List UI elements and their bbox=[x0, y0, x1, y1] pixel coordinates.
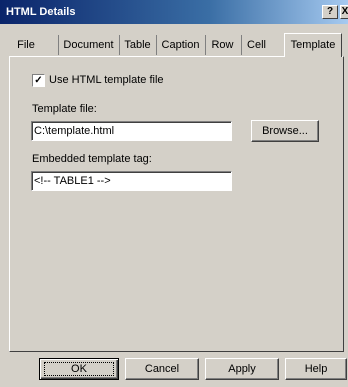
embedded-tag-label: Embedded template tag: bbox=[32, 153, 152, 165]
template-file-label: Template file: bbox=[32, 103, 97, 115]
tab-strip: File Document Table Caption Row Cell Tem… bbox=[0, 33, 348, 57]
use-template-label: Use HTML template file bbox=[49, 74, 164, 86]
html-details-dialog: HTML Details ? X File Document Table Cap… bbox=[0, 0, 348, 387]
tab-document[interactable]: Document bbox=[58, 35, 118, 55]
template-tab-panel bbox=[9, 56, 344, 352]
ok-button[interactable]: OK bbox=[39, 358, 119, 380]
title-bar[interactable]: HTML Details ? X bbox=[0, 0, 348, 24]
tab-file[interactable]: File bbox=[11, 35, 41, 55]
help-icon[interactable]: ? bbox=[322, 5, 338, 19]
tab-row[interactable]: Row bbox=[205, 35, 239, 55]
tab-template[interactable]: Template bbox=[284, 33, 342, 57]
apply-button-label: Apply bbox=[228, 363, 256, 375]
browse-button[interactable]: Browse... bbox=[251, 120, 319, 142]
tab-caption[interactable]: Caption bbox=[156, 35, 204, 55]
tab-table[interactable]: Table bbox=[119, 35, 155, 55]
ok-button-label: OK bbox=[71, 363, 87, 375]
checkbox-check-icon[interactable]: ✓ bbox=[32, 74, 45, 87]
browse-button-label: Browse... bbox=[262, 125, 308, 137]
help-button-label: Help bbox=[304, 363, 328, 375]
cancel-button[interactable]: Cancel bbox=[125, 358, 199, 380]
apply-button[interactable]: Apply bbox=[205, 358, 279, 380]
window-title: HTML Details bbox=[6, 6, 76, 18]
help-button[interactable]: Help bbox=[285, 358, 347, 380]
close-icon[interactable]: X bbox=[340, 5, 348, 19]
embedded-tag-field[interactable]: <!-- TABLE1 --> bbox=[31, 171, 232, 191]
template-file-field[interactable]: C:\template.html bbox=[31, 121, 232, 141]
tab-cell[interactable]: Cell bbox=[241, 35, 271, 55]
cancel-button-label: Cancel bbox=[144, 363, 180, 375]
